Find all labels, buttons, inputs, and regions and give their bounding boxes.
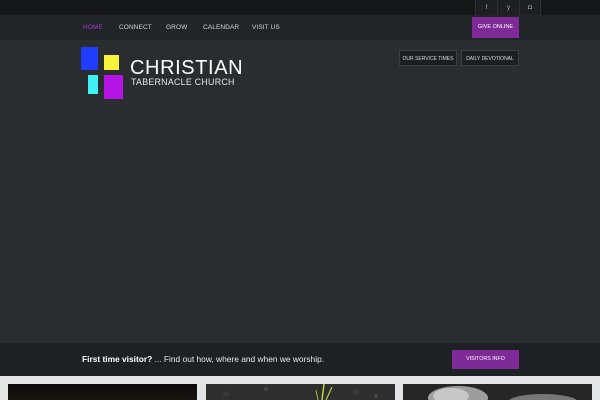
give-online-button[interactable]: GIVE ONLINE [472,17,519,38]
nav-item-visit-us[interactable]: VISIT US [252,15,280,40]
feature-tile-3[interactable] [403,384,592,400]
nav-item-home[interactable]: HOME [83,15,103,40]
hands-image [403,384,592,400]
logo-square-purple [104,75,123,99]
logo-subtitle: TABERNACLE CHURCH [131,77,235,87]
service-times-button[interactable]: OUR SERVICE TIMES [399,50,457,66]
visitors-info-button[interactable]: VISITORS INFO [452,350,519,369]
instagram-icon[interactable]: ◘ [519,0,541,15]
feature-tile-1[interactable] [8,384,197,400]
logo-square-cyan [88,75,98,94]
grass-sprout-image [206,384,395,400]
visitor-message: First time visitor? ... Find out how, wh… [82,354,324,364]
top-bar: f y ◘ [0,0,600,15]
twitter-icon[interactable]: y [497,0,519,15]
logo-square-blue [81,47,98,70]
nav-item-grow[interactable]: GROW [166,15,187,40]
nav-item-calendar[interactable]: CALENDAR [203,15,239,40]
visitor-lead: First time visitor? [82,354,153,364]
daily-devotional-button[interactable]: DAILY DEVOTIONAL [461,50,519,66]
nav-item-connect[interactable]: CONNECT [119,15,152,40]
visitor-text: ... Find out how, where and when we wors… [152,354,325,364]
facebook-icon[interactable]: f [475,0,497,15]
logo-square-yellow [104,55,119,70]
feature-tile-2[interactable] [206,384,395,400]
